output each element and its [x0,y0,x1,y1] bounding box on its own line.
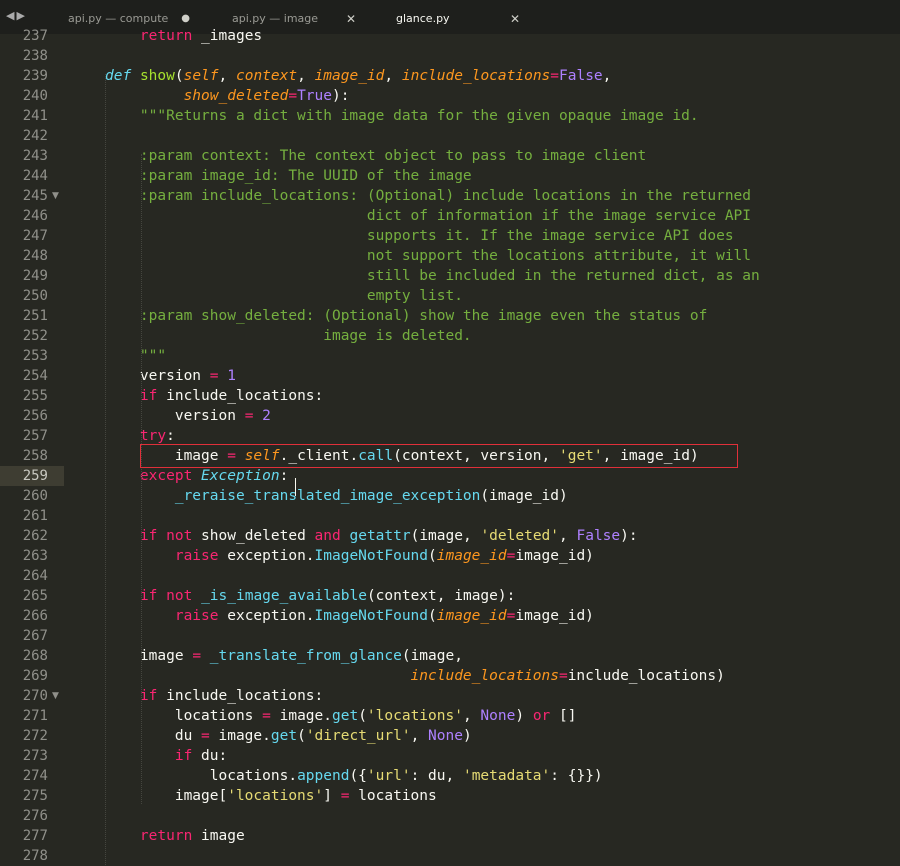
code-line[interactable]: """ [105,346,166,366]
code-line[interactable]: version = 2 [105,406,271,426]
line-number: 239 [22,68,48,84]
line-number: 250 [22,288,48,304]
code-line[interactable]: :param include_locations: (Optional) inc… [105,186,751,206]
line-number: 277 [22,828,48,844]
line-number-gutter: 237 238 239 240 241 242 243 244 245 ▼ 246 247 248 249… [0,28,68,865]
code-line[interactable]: locations.append({'url': du, 'metadata':… [105,766,603,786]
line-number: 251 [22,308,48,324]
line-number: 265 [22,588,48,604]
code-line[interactable]: def show(self, context, image_id, includ… [105,66,611,86]
code-line[interactable]: if du: [105,746,227,766]
code-line[interactable]: include_locations=include_locations) [105,666,725,686]
code-line[interactable]: try: [105,426,175,446]
line-number: 245 [22,188,48,204]
line-number: 263 [22,548,48,564]
line-number: 243 [22,148,48,164]
line-number: 253 [22,348,48,364]
line-number: 255 [22,388,48,404]
line-number: 242 [22,128,48,144]
code-line[interactable]: image = _translate_from_glance(image, [105,646,463,666]
line-number: 258 [22,448,48,464]
code-line[interactable]: raise exception.ImageNotFound(image_id=i… [105,606,594,626]
code-line[interactable]: raise exception.ImageNotFound(image_id=i… [105,546,594,566]
code-line[interactable]: du = image.get('direct_url', None) [105,726,472,746]
line-number: 256 [22,408,48,424]
line-number: 278 [22,848,48,864]
fold-arrow-icon[interactable]: ▼ [52,186,59,206]
code-line[interactable]: _reraise_translated_image_exception(imag… [105,486,568,506]
line-number: 275 [22,788,48,804]
close-icon[interactable]: ✕ [510,4,520,34]
line-number: 247 [22,228,48,244]
indent-guide [105,74,106,865]
code-line[interactable]: :param context: The context object to pa… [105,146,646,166]
code-line[interactable]: """Returns a dict with image data for th… [105,106,699,126]
line-number: 274 [22,768,48,784]
tab-label: api.py — image [232,12,319,25]
line-number: 241 [22,108,48,124]
line-number: 240 [22,88,48,104]
line-number: 276 [22,808,48,824]
code-line[interactable]: return image [105,826,245,846]
code-line[interactable]: if include_locations: [105,386,323,406]
code-line[interactable]: image is deleted. [105,326,471,346]
code-line[interactable]: version = 1 [105,366,236,386]
code-line[interactable]: image['locations'] = locations [105,786,437,806]
code-line[interactable]: if not _is_image_available(context, imag… [105,586,515,606]
line-number: 264 [22,568,48,584]
line-number: 237 [22,28,48,44]
code-line[interactable]: still be included in the returned dict, … [105,266,760,286]
code-line[interactable]: :param image_id: The UUID of the image [105,166,472,186]
line-number: 273 [22,748,48,764]
line-number: 254 [22,368,48,384]
tab-glance[interactable]: glance.py ✕ [374,4,534,34]
indent-guide [141,154,142,804]
line-number: 249 [22,268,48,284]
code-line[interactable]: if include_locations: [105,686,323,706]
line-number: 269 [22,668,48,684]
line-number: 268 [22,648,48,664]
line-number: 257 [22,428,48,444]
line-number: 244 [22,168,48,184]
line-number: 246 [22,208,48,224]
line-number: 260 [22,488,48,504]
code-line[interactable]: supports it. If the image service API do… [105,226,734,246]
text-cursor [295,478,296,496]
code-line[interactable]: dict of information if the image service… [105,206,751,226]
line-number: 238 [22,48,48,64]
line-number: 272 [22,728,48,744]
line-number: 271 [22,708,48,724]
line-number: 262 [22,528,48,544]
code-line[interactable]: except Exception: [105,466,288,486]
line-number: 266 [22,608,48,624]
code-line[interactable]: show_deleted=True): [105,86,350,106]
highlight-box [140,444,738,468]
fold-arrow-icon[interactable]: ▼ [52,686,59,706]
tab-label: api.py — compute [68,12,169,25]
code-line[interactable]: locations = image.get('locations', None)… [105,706,577,726]
left-right-arrows-icon[interactable]: ◀▶ [6,9,27,22]
line-number: 248 [22,248,48,264]
code-line[interactable]: empty list. [105,286,463,306]
close-icon[interactable]: ✕ [346,4,356,34]
line-number: 270 [22,688,48,704]
line-number: 261 [22,508,48,524]
code-line[interactable]: not support the locations attribute, it … [105,246,751,266]
tab-label: glance.py [396,12,450,25]
code-line[interactable]: if not show_deleted and getattr(image, '… [105,526,638,546]
line-number: 267 [22,628,48,644]
line-number: 259 [22,468,48,484]
code-line[interactable]: return _images [105,26,262,46]
line-number: 252 [22,328,48,344]
code-line[interactable]: :param show_deleted: (Optional) show the… [105,306,707,326]
